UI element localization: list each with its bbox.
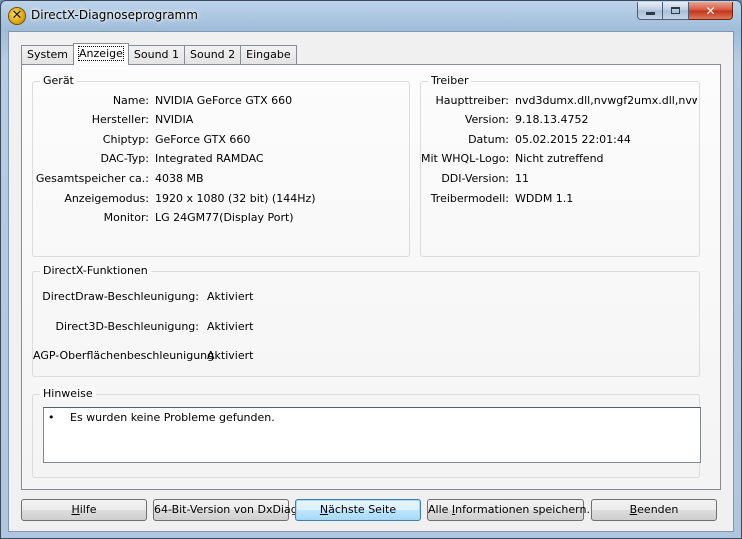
field-value: Aktiviert <box>207 349 254 362</box>
field-value: 1920 x 1080 (32 bit) (144Hz) <box>155 192 316 205</box>
driver-row-main-driver: Haupttreiber: nvd3dumx.dll,nvwgf2umx.dll… <box>421 94 699 108</box>
field-label: Name: <box>112 94 149 107</box>
directx-app-icon: ✕ <box>9 8 25 24</box>
driver-group: Treiber Haupttreiber: nvd3dumx.dll,nvwgf… <box>420 74 700 257</box>
field-value: NVIDIA GeForce GTX 660 <box>155 94 293 107</box>
tab-system[interactable]: System <box>21 45 75 65</box>
device-row-monitor: Monitor: LG 24GM77(Display Port) <box>33 211 409 225</box>
tab-label: Sound 2 <box>190 48 236 61</box>
field-label: DAC-Typ: <box>100 152 149 165</box>
tab-panel-anzeige: Gerät Name: NVIDIA GeForce GTX 660 Herst… <box>21 64 721 490</box>
field-label: Version: <box>464 113 509 126</box>
next-page-button[interactable]: Nächste Seite <box>295 499 421 521</box>
minimize-button[interactable] <box>637 2 663 20</box>
field-label: Gesamtspeicher ca.: <box>35 172 149 185</box>
field-value: 11 <box>515 172 529 185</box>
tab-sound-1[interactable]: Sound 1 <box>127 45 186 65</box>
notes-group-title: Hinweise <box>40 387 96 400</box>
help-button[interactable]: Hilfe <box>21 499 147 521</box>
directx-diag-window: ✕ DirectX-Diagnoseprogramm ✕ System Anze… <box>0 0 742 539</box>
save-all-info-button[interactable]: Alle Informationen speichern... <box>427 499 597 521</box>
title-bar[interactable]: ✕ DirectX-Diagnoseprogramm ✕ <box>1 1 741 31</box>
dxdiag-64bit-button[interactable]: 64-Bit-Version von DxDiag <box>153 499 298 521</box>
field-label: Treibermodell: <box>430 192 509 205</box>
tab-label: Sound 1 <box>133 48 180 61</box>
field-label: Anzeigemodus: <box>64 192 149 205</box>
accelerator-key: H <box>71 503 80 516</box>
tab-label: Anzeige <box>78 46 124 61</box>
button-text: eenden <box>637 503 679 516</box>
field-value: 05.02.2015 22:01:44 <box>515 133 631 146</box>
driver-row-whql: Mit WHQL-Logo: Nicht zutreffend <box>421 152 699 166</box>
maximize-icon <box>671 7 680 14</box>
field-value: NVIDIA <box>155 113 194 126</box>
field-value: 9.18.13.4752 <box>515 113 589 126</box>
field-value: 4038 MB <box>155 172 204 185</box>
directx-features-title: DirectX-Funktionen <box>40 264 151 277</box>
device-row-total-memory: Gesamtspeicher ca.: 4038 MB <box>33 172 409 186</box>
tab-label: Eingabe <box>246 48 291 61</box>
exit-button[interactable]: Beenden <box>591 499 717 521</box>
tab-label: System <box>27 48 69 61</box>
field-value: Aktiviert <box>207 290 254 303</box>
button-text: Alle <box>428 503 452 516</box>
close-icon: ✕ <box>705 3 716 18</box>
device-row-chip-type: Chiptyp: GeForce GTX 660 <box>33 133 409 147</box>
notes-group: Hinweise • Es wurden keine Probleme gefu… <box>32 387 701 478</box>
field-label: Monitor: <box>103 211 149 224</box>
bullet-icon: • <box>48 411 55 424</box>
accelerator-key: N <box>319 503 329 516</box>
field-label: Direct3D-Beschleunigung: <box>55 320 199 333</box>
device-row-name: Name: NVIDIA GeForce GTX 660 <box>33 94 409 108</box>
field-value: Aktiviert <box>207 320 254 333</box>
button-text: nformationen speichern... <box>455 503 597 516</box>
field-value: LG 24GM77(Display Port) <box>155 211 294 224</box>
device-group-title: Gerät <box>40 74 77 87</box>
field-value: Integrated RAMDAC <box>155 152 264 165</box>
driver-row-version: Version: 9.18.13.4752 <box>421 113 699 127</box>
field-value: GeForce GTX 660 <box>155 133 251 146</box>
notes-textbox[interactable]: • Es wurden keine Probleme gefunden. <box>43 407 701 463</box>
field-label: DirectDraw-Beschleunigung: <box>42 290 199 303</box>
driver-row-driver-model: Treibermodell: WDDM 1.1 <box>421 192 699 206</box>
close-button[interactable]: ✕ <box>689 2 733 20</box>
driver-row-ddi-version: DDI-Version: 11 <box>421 172 699 186</box>
driver-group-title: Treiber <box>428 74 472 87</box>
tab-eingabe[interactable]: Eingabe <box>240 45 297 65</box>
maximize-button[interactable] <box>663 2 689 20</box>
button-text: ächste Seite <box>328 503 397 516</box>
field-label: Datum: <box>468 133 509 146</box>
device-group: Gerät Name: NVIDIA GeForce GTX 660 Herst… <box>32 74 410 257</box>
directdraw-row: DirectDraw-Beschleunigung: Aktiviert <box>33 290 693 304</box>
button-text: 64-Bit-Version von DxDiag <box>154 503 298 516</box>
tab-anzeige[interactable]: Anzeige <box>73 43 129 65</box>
window-title: DirectX-Diagnoseprogramm <box>31 8 198 22</box>
field-label: Mit WHQL-Logo: <box>421 152 510 165</box>
field-label: DDI-Version: <box>441 172 509 185</box>
device-row-dac-type: DAC-Typ: Integrated RAMDAC <box>33 152 409 166</box>
field-value: WDDM 1.1 <box>515 192 574 205</box>
directx-features-group: DirectX-Funktionen DirectDraw-Beschleuni… <box>32 264 700 377</box>
field-label: Hersteller: <box>91 113 149 126</box>
agp-row: AGP-Oberflächenbeschleunigung: Aktiviert <box>33 349 693 363</box>
device-row-manufacturer: Hersteller: NVIDIA <box>33 113 409 127</box>
field-value: nvd3dumx.dll,nvwgf2umx.dll,nvwgf2 <box>515 94 697 107</box>
field-label: AGP-Oberflächenbeschleunigung: <box>33 349 218 362</box>
direct3d-row: Direct3D-Beschleunigung: Aktiviert <box>33 320 693 334</box>
driver-row-date: Datum: 05.02.2015 22:01:44 <box>421 133 699 147</box>
caption-buttons: ✕ <box>637 2 733 21</box>
dialog-client-area: System Anzeige Sound 1 Sound 2 Eingabe G… <box>8 31 734 532</box>
field-value: Nicht zutreffend <box>515 152 604 165</box>
minimize-icon <box>645 12 655 15</box>
device-row-display-mode: Anzeigemodus: 1920 x 1080 (32 bit) (144H… <box>33 192 409 206</box>
field-label: Chiptyp: <box>102 133 149 146</box>
button-text: ilfe <box>79 503 97 516</box>
tab-strip: System Anzeige Sound 1 Sound 2 Eingabe <box>21 43 297 65</box>
field-label: Haupttreiber: <box>435 94 509 107</box>
note-item: Es wurden keine Probleme gefunden. <box>70 411 275 424</box>
tab-sound-2[interactable]: Sound 2 <box>184 45 242 65</box>
